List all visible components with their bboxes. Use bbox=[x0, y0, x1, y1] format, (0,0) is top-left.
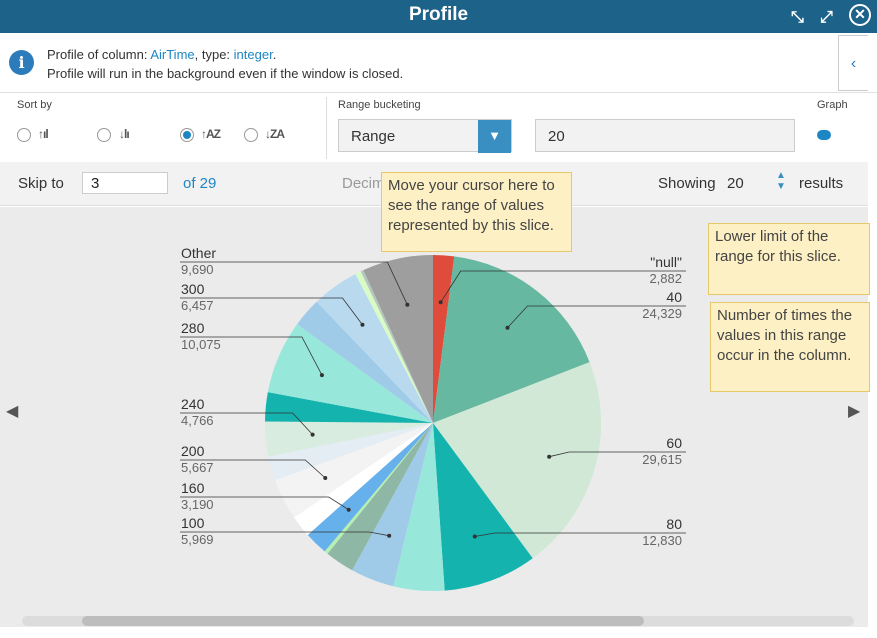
bucket-size-input[interactable]: 20 bbox=[535, 119, 795, 152]
shrink-icon[interactable]: ⤡ bbox=[791, 3, 804, 33]
chevron-left-icon: ‹ bbox=[850, 55, 857, 72]
info-end: . bbox=[272, 47, 277, 62]
info-icon: i bbox=[9, 50, 34, 75]
showing-label: Showing bbox=[658, 175, 716, 192]
divider bbox=[326, 97, 327, 159]
sort-alpha-asc-radio[interactable] bbox=[180, 128, 194, 142]
count-desc-icon: ↓lı bbox=[119, 127, 130, 141]
range-bucketing-label: Range bucketing bbox=[338, 99, 421, 111]
alpha-asc-icon: ↑AZ bbox=[201, 127, 221, 141]
range-select-value: Range bbox=[351, 128, 396, 145]
column-type: integer bbox=[233, 47, 273, 62]
info-text: Profile of column: AirTime, type: intege… bbox=[47, 45, 403, 83]
results-label: results bbox=[799, 175, 844, 192]
slice-hover-callout: Move your cursor here to see the range o… bbox=[381, 172, 572, 252]
sort-count-desc-radio[interactable] bbox=[97, 128, 111, 142]
count-callout: Number of times the values in this range… bbox=[710, 302, 870, 392]
lower-limit-callout: Lower limit of the range for this slice. bbox=[708, 223, 870, 295]
skip-label: Skip to bbox=[18, 175, 64, 192]
sort-count-asc-radio[interactable] bbox=[17, 128, 31, 142]
info-line2: Profile will run in the background even … bbox=[47, 66, 404, 81]
showing-stepper[interactable]: ▲ ▼ bbox=[776, 170, 786, 192]
count-asc-icon: ↑ıl bbox=[38, 127, 49, 141]
graph-toggle[interactable] bbox=[817, 130, 831, 140]
skip-input[interactable]: 3 bbox=[82, 172, 168, 194]
graph-label: Graph bbox=[817, 99, 848, 111]
sort-alpha-desc-radio[interactable] bbox=[244, 128, 258, 142]
column-name: AirTime bbox=[150, 47, 195, 62]
chevron-down-icon[interactable]: ▼ bbox=[478, 120, 511, 153]
collapse-panel-button[interactable]: ‹ bbox=[838, 35, 868, 91]
window-title-bar: Profile ⤡ ⤢ ✕ bbox=[0, 0, 877, 33]
info-banner: i Profile of column: AirTime, type: inte… bbox=[0, 33, 877, 93]
sort-label: Sort by bbox=[17, 99, 52, 111]
page-total: of 29 bbox=[183, 175, 217, 192]
info-prefix: Profile of column: bbox=[47, 47, 151, 62]
window-title: Profile bbox=[408, 4, 469, 25]
next-page-arrow-icon[interactable]: ▶ bbox=[848, 401, 860, 421]
close-icon[interactable]: ✕ bbox=[849, 4, 871, 26]
range-select[interactable]: Range ▼ bbox=[338, 119, 512, 153]
alpha-desc-icon: ↓ZA bbox=[265, 127, 285, 141]
prev-page-arrow-icon[interactable]: ◀ bbox=[6, 401, 18, 421]
showing-count[interactable]: 20 bbox=[727, 175, 744, 192]
scrollbar-thumb[interactable] bbox=[82, 616, 644, 626]
info-mid: , type: bbox=[194, 47, 234, 62]
expand-icon[interactable]: ⤢ bbox=[820, 3, 833, 33]
